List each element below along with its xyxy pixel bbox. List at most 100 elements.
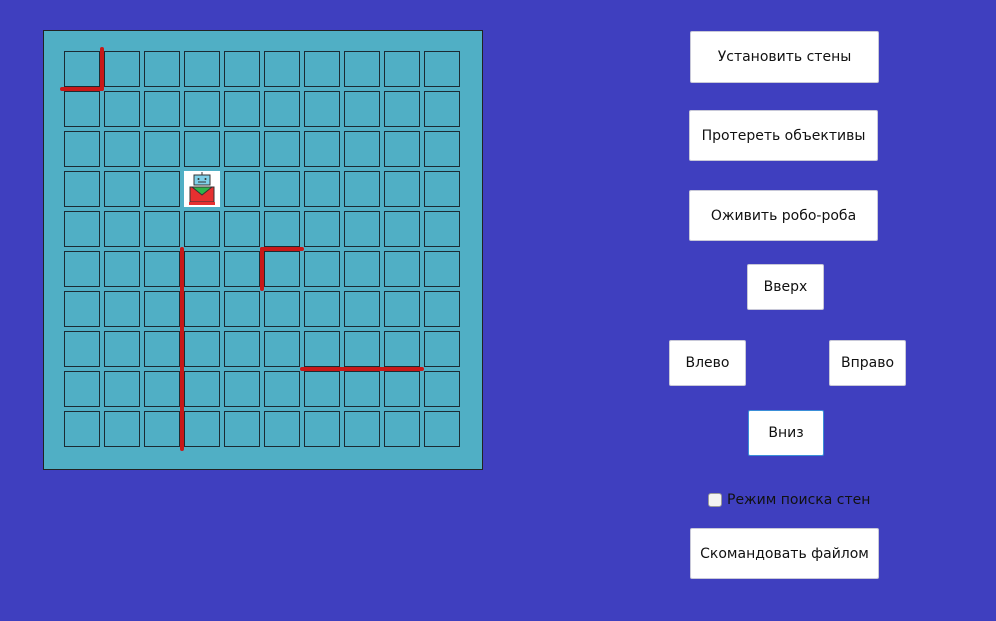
grid-cell[interactable] [224,51,260,87]
grid-cell[interactable] [224,251,260,287]
grid-cell[interactable] [224,291,260,327]
grid-cell[interactable] [424,131,460,167]
grid-cell[interactable] [384,91,420,127]
grid-cell[interactable] [64,331,100,367]
grid-cell[interactable] [224,211,260,247]
grid-cell[interactable] [144,171,180,207]
grid-cell[interactable] [104,211,140,247]
grid-cell[interactable] [144,51,180,87]
grid-cell[interactable] [104,131,140,167]
grid-cell[interactable] [384,371,420,407]
grid-cell[interactable] [344,251,380,287]
grid-cell[interactable] [104,171,140,207]
grid-cell[interactable] [64,91,100,127]
grid-cell[interactable] [384,131,420,167]
grid-cell[interactable] [384,411,420,447]
grid-cell[interactable] [264,91,300,127]
grid-cell[interactable] [184,291,220,327]
grid-cell[interactable] [184,411,220,447]
grid-cell[interactable] [384,251,420,287]
grid-cell[interactable] [184,251,220,287]
grid-cell[interactable] [144,211,180,247]
grid-cell[interactable] [344,91,380,127]
wipe-lenses-button[interactable]: Протереть объективы [689,110,878,161]
grid-cell[interactable] [184,91,220,127]
grid-cell[interactable] [184,331,220,367]
grid-cell[interactable] [344,331,380,367]
grid-cell[interactable] [384,211,420,247]
grid-cell[interactable] [104,331,140,367]
grid-cell[interactable] [64,251,100,287]
grid-cell[interactable] [224,371,260,407]
grid-cell[interactable] [344,131,380,167]
grid-cell[interactable] [104,371,140,407]
grid-cell[interactable] [144,251,180,287]
grid-cell[interactable] [144,371,180,407]
grid-cell[interactable] [264,411,300,447]
grid-cell[interactable] [144,131,180,167]
grid-cell[interactable] [64,291,100,327]
grid-cell[interactable] [424,51,460,87]
grid-cell[interactable] [424,331,460,367]
grid-cell[interactable] [104,91,140,127]
grid-cell[interactable] [64,171,100,207]
grid-cell[interactable] [64,131,100,167]
grid-cell[interactable] [64,51,100,87]
grid-cell[interactable] [344,371,380,407]
grid-cell[interactable] [144,91,180,127]
grid-cell[interactable] [304,211,340,247]
grid-cell[interactable] [304,251,340,287]
grid-cell[interactable] [104,51,140,87]
grid-cell[interactable] [64,371,100,407]
move-right-button[interactable]: Вправо [829,340,906,386]
command-file-button[interactable]: Скомандовать файлом [690,528,879,579]
grid-cell[interactable] [344,411,380,447]
grid-cell[interactable] [264,211,300,247]
grid-cell[interactable] [144,331,180,367]
grid-cell[interactable] [304,131,340,167]
grid-cell[interactable] [304,371,340,407]
grid-cell[interactable] [64,211,100,247]
grid-cell[interactable] [224,171,260,207]
grid-cell[interactable] [264,371,300,407]
grid-cell[interactable] [424,171,460,207]
grid-cell[interactable] [184,211,220,247]
grid-cell[interactable] [184,371,220,407]
grid-cell[interactable] [264,171,300,207]
grid-cell[interactable] [224,131,260,167]
grid-cell[interactable] [424,251,460,287]
grid-cell[interactable] [304,291,340,327]
grid-cell[interactable] [224,411,260,447]
grid-cell[interactable] [304,411,340,447]
grid-cell[interactable] [424,211,460,247]
grid-cell[interactable] [304,51,340,87]
grid-cell[interactable] [184,131,220,167]
grid-cell[interactable] [424,91,460,127]
move-down-button[interactable]: Вниз [748,410,824,456]
grid-cell[interactable] [264,331,300,367]
grid-cell[interactable] [144,291,180,327]
grid-cell[interactable] [424,291,460,327]
grid-cell[interactable] [384,291,420,327]
grid-cell[interactable] [384,331,420,367]
grid-cell[interactable] [144,411,180,447]
wall-search-checkbox[interactable] [708,493,722,507]
grid-cell[interactable] [104,251,140,287]
grid-cell[interactable] [424,411,460,447]
grid-cell[interactable] [64,411,100,447]
grid-cell[interactable] [224,91,260,127]
grid-cell[interactable] [264,51,300,87]
grid-cell[interactable] [344,171,380,207]
grid-cell[interactable] [384,51,420,87]
grid-cell[interactable] [184,51,220,87]
grid-cell[interactable] [384,171,420,207]
move-left-button[interactable]: Влево [669,340,746,386]
grid-cell[interactable] [304,331,340,367]
grid-cell[interactable] [344,51,380,87]
wall-search-toggle[interactable]: Режим поиска стен [708,491,870,509]
grid-cell[interactable] [424,371,460,407]
grid-cell[interactable] [304,171,340,207]
grid-cell[interactable] [344,291,380,327]
grid-cell[interactable] [264,131,300,167]
grid-cell[interactable] [104,291,140,327]
